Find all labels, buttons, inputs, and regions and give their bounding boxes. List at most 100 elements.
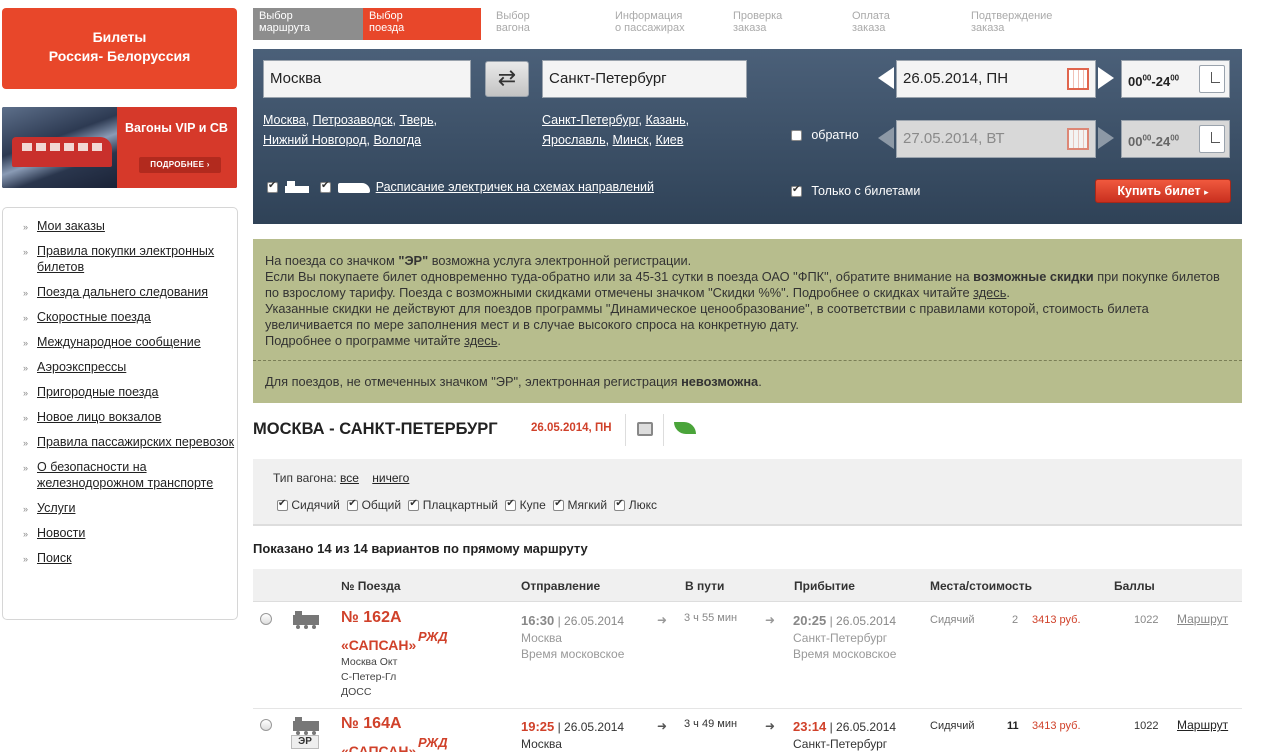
train-name: «САПСАН» (341, 743, 417, 752)
back-toggle[interactable]: обратно (791, 128, 859, 142)
date-there-input[interactable]: 26.05.2014, ПН (896, 60, 1096, 98)
step-route[interactable]: Выбор маршрута (253, 8, 363, 40)
sidebar-item-aeroexpress[interactable]: » Аэроэкспрессы (3, 359, 237, 375)
train-number[interactable]: № 164А (341, 715, 402, 733)
sidebar-item-express[interactable]: » Скоростные поезда (3, 309, 237, 325)
quick-to-4[interactable]: Киев (656, 133, 684, 147)
from-quick-links: Москва, Петрозаводск, Тверь, Нижний Новг… (263, 113, 437, 147)
sidebar-item-suburban[interactable]: » Пригородные поезда (3, 384, 237, 400)
next-day-icon[interactable] (1098, 67, 1114, 89)
er-badge: ЭР (291, 735, 319, 749)
train-icon (293, 611, 319, 629)
departure-city: Москва (521, 631, 562, 645)
train-number[interactable]: № 162А (341, 609, 402, 627)
type-seated[interactable]: Сидячий (277, 498, 340, 512)
sidebar-item-search[interactable]: » Поиск (3, 550, 237, 566)
chevron-right-icon: ▸ (1204, 187, 1209, 197)
promo-vip[interactable]: Вагоны VIP и СВ ПОДРОБНЕЕ › (2, 107, 237, 188)
bullet-icon: » (23, 388, 29, 398)
quick-from-4[interactable]: Вологда (373, 133, 421, 147)
sidebar-item-news[interactable]: » Новости (3, 525, 237, 541)
long-distance-checkbox[interactable] (267, 180, 278, 194)
col-dep[interactable]: Отправление (521, 579, 600, 593)
print-icon[interactable] (637, 422, 653, 436)
sidebar-item-safety[interactable]: » О безопасности на железнодорожном транс… (3, 459, 237, 491)
prev-day-back-icon (878, 127, 894, 149)
select-train-radio[interactable] (260, 719, 272, 731)
arrow-right-icon: ➜ (657, 719, 668, 733)
type-soft[interactable]: Мягкий (553, 498, 607, 512)
col-num[interactable]: № Поезда (341, 579, 401, 593)
select-all-link[interactable]: все (340, 471, 359, 485)
to-input[interactable]: Санкт-Петербург (542, 60, 747, 98)
promo-title-1: Билеты (92, 29, 147, 45)
sidebar-item-passenger-rules[interactable]: » Правила пассажирских перевозок (3, 434, 237, 450)
quick-to-0[interactable]: Санкт-Петербург (542, 113, 639, 127)
seat-count: 11 (1007, 720, 1019, 732)
bullet-icon: » (23, 413, 29, 423)
type-lux[interactable]: Люкс (614, 498, 657, 512)
buy-ticket-button[interactable]: Купить билет ▸ (1095, 179, 1231, 203)
only-tickets-toggle[interactable]: Только с билетами (791, 184, 920, 198)
travel-time: 3 ч 49 мин (684, 718, 738, 730)
step-check: Проверка заказа (733, 10, 783, 34)
arrival-city: Санкт-Петербург (793, 737, 888, 751)
bullet-icon: » (23, 554, 29, 564)
promo-vip-more-button[interactable]: ПОДРОБНЕЕ › (139, 157, 221, 173)
type-coupe[interactable]: Купе (505, 498, 546, 512)
bullet-icon: » (23, 222, 29, 232)
time-there-input[interactable]: 0000-2400 (1121, 60, 1230, 98)
route-date: 26.05.2014, ПН (531, 422, 612, 434)
step-wagon: Выбор вагона (496, 10, 530, 34)
search-panel: Москва ⇄ Санкт-Петербург Москва, Петроза… (253, 49, 1242, 224)
from-input[interactable]: Москва (263, 60, 471, 98)
sidebar-item-orders[interactable]: » Мои заказы (3, 218, 237, 234)
travel-time: 3 ч 55 мин (684, 612, 738, 624)
quick-from-1[interactable]: Петрозаводск (313, 113, 393, 127)
type-common[interactable]: Общий (347, 498, 401, 512)
swap-button[interactable]: ⇄ (485, 61, 529, 97)
quick-from-0[interactable]: Москва (263, 113, 306, 127)
col-score[interactable]: Баллы (1114, 579, 1155, 593)
bullet-icon: » (23, 438, 29, 448)
quick-from-2[interactable]: Тверь (399, 113, 433, 127)
sidebar-item-stations[interactable]: » Новое лицо вокзалов (3, 409, 237, 425)
discount-details-link[interactable]: здесь (973, 285, 1006, 300)
score: 1022 (1134, 614, 1159, 626)
back-checkbox[interactable] (791, 130, 802, 142)
sidebar-item-international[interactable]: » Международное сообщение (3, 334, 237, 350)
sidebar-item-long-distance[interactable]: » Поезда дальнего следования (3, 284, 237, 300)
quick-to-2[interactable]: Ярославль (542, 133, 606, 147)
sidebar-item-services[interactable]: » Услуги (3, 500, 237, 516)
route-link[interactable]: Маршрут (1177, 612, 1228, 626)
quick-to-1[interactable]: Казань (645, 113, 685, 127)
select-none-link[interactable]: ничего (372, 471, 409, 485)
quick-to-3[interactable]: Минск (613, 133, 649, 147)
select-train-radio[interactable] (260, 613, 272, 625)
type-platskart[interactable]: Плацкартный (408, 498, 498, 512)
col-seats[interactable]: Места/стоимость (930, 579, 1032, 593)
program-details-link[interactable]: здесь (464, 333, 497, 348)
only-tickets-checkbox[interactable] (791, 184, 802, 198)
bullet-icon: » (23, 463, 29, 473)
filter-long-distance[interactable] (267, 180, 310, 195)
calendar-icon[interactable] (1067, 68, 1089, 90)
arrival-time: 23:14 | 26.05.2014 (793, 719, 897, 734)
col-arr[interactable]: Прибытие (794, 579, 855, 593)
bullet-icon: » (23, 313, 29, 323)
route-link[interactable]: Маршрут (1177, 718, 1228, 732)
departure-time: 19:25 | 26.05.2014 (521, 719, 625, 734)
train-name: «САПСАН» (341, 637, 417, 653)
schedule-link[interactable]: Расписание электричек на схемах направле… (376, 180, 654, 194)
clock-icon[interactable] (1199, 65, 1225, 93)
sidebar-item-rules[interactable]: » Правила покупки электронных билетов (3, 243, 237, 275)
quick-from-3[interactable]: Нижний Новгород (263, 133, 367, 147)
prev-day-icon[interactable] (878, 67, 894, 89)
departure-tz: Время московское (521, 647, 625, 661)
suburban-checkbox[interactable] (320, 180, 331, 194)
leaf-icon[interactable] (674, 422, 696, 434)
col-way[interactable]: В пути (685, 579, 724, 593)
bullet-icon: » (23, 288, 29, 298)
filter-suburban[interactable]: Расписание электричек на схемах направле… (320, 180, 654, 194)
promo-russia-belarus[interactable]: Билеты Россия- Белоруссия (2, 8, 237, 89)
